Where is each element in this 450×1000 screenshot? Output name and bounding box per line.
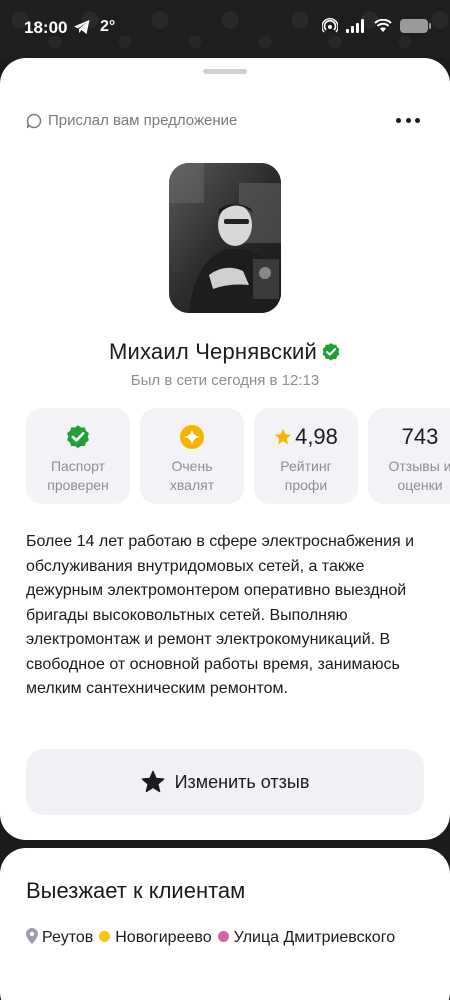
travel-section: Выезжает к клиентам Реутов Новогиреево Ули… bbox=[0, 848, 450, 1000]
avatar[interactable] bbox=[169, 163, 281, 313]
about-text: Более 14 лет работаю в сфере электроснаб… bbox=[26, 533, 415, 697]
status-temperature: 2° bbox=[100, 18, 116, 35]
stat-label: Отзывы и оценки bbox=[388, 458, 450, 493]
status-icons bbox=[322, 18, 431, 34]
status-bar: 18:00 2° bbox=[0, 0, 450, 58]
more-dot-icon bbox=[415, 117, 420, 123]
offer-notice: Прислал вам предложение bbox=[26, 112, 237, 129]
edit-review-label: Изменить отзыв bbox=[174, 771, 310, 792]
verified-check-icon bbox=[67, 425, 89, 449]
rating-value-row: 4,98 bbox=[274, 424, 338, 450]
stat-card-passport[interactable]: Паспорт проверен bbox=[26, 408, 130, 504]
more-dot-icon bbox=[405, 117, 411, 123]
battery-charging-icon bbox=[400, 19, 431, 33]
location-item: Реутов bbox=[42, 929, 94, 946]
stat-label: Рейтинг профи bbox=[280, 458, 332, 493]
status-time: 18:00 bbox=[24, 18, 68, 37]
signal-icon bbox=[346, 19, 364, 33]
chat-bubble-icon bbox=[26, 113, 42, 128]
offer-text: Прислал вам предложение bbox=[48, 112, 238, 129]
stats-row[interactable]: Паспорт проверен Очень хвалят 4,98 Рейти… bbox=[26, 408, 450, 504]
profile-name: Михаил Чернявский bbox=[108, 339, 318, 364]
verified-badge-icon bbox=[322, 343, 340, 361]
sparkle-icon bbox=[180, 425, 204, 449]
location-item: Улица Дмитриевского bbox=[233, 929, 396, 946]
star-icon bbox=[274, 428, 292, 445]
stat-card-rating[interactable]: 4,98 Рейтинг профи bbox=[254, 408, 358, 504]
location-pin-icon bbox=[26, 928, 38, 944]
rating-value: 4,98 bbox=[295, 424, 338, 449]
more-menu-button[interactable] bbox=[396, 110, 420, 130]
wifi-icon bbox=[374, 19, 392, 32]
reviews-count: 743 bbox=[401, 424, 439, 449]
metro-dot-icon bbox=[217, 931, 229, 942]
section-title: Выезжает к клиентам bbox=[26, 878, 246, 903]
stat-card-praise[interactable]: Очень хвалят bbox=[140, 408, 244, 504]
edit-review-button[interactable]: Изменить отзыв bbox=[26, 749, 424, 815]
profile-sheet: Прислал вам предложение Михаил Чернявски… bbox=[0, 58, 450, 840]
avatar-photo bbox=[169, 163, 281, 313]
location-list: Реутов Новогиреево Улица Дмитриевского bbox=[26, 926, 426, 950]
last-seen: Был в сети сегодня в 12:13 bbox=[130, 372, 320, 389]
star-icon bbox=[141, 770, 164, 793]
metro-dot-icon bbox=[99, 931, 111, 942]
telegram-icon bbox=[74, 20, 90, 34]
hotspot-icon bbox=[322, 18, 338, 33]
profile-name-row: Михаил Чернявский bbox=[0, 339, 450, 365]
stat-label: Паспорт проверен bbox=[47, 458, 109, 493]
stat-label: Очень хвалят bbox=[169, 458, 215, 493]
sheet-grabber[interactable] bbox=[203, 69, 247, 74]
stat-card-reviews[interactable]: 743 Отзывы и оценки bbox=[368, 408, 450, 504]
more-dot-icon bbox=[396, 117, 401, 123]
location-item: Новогиреево bbox=[115, 929, 212, 946]
